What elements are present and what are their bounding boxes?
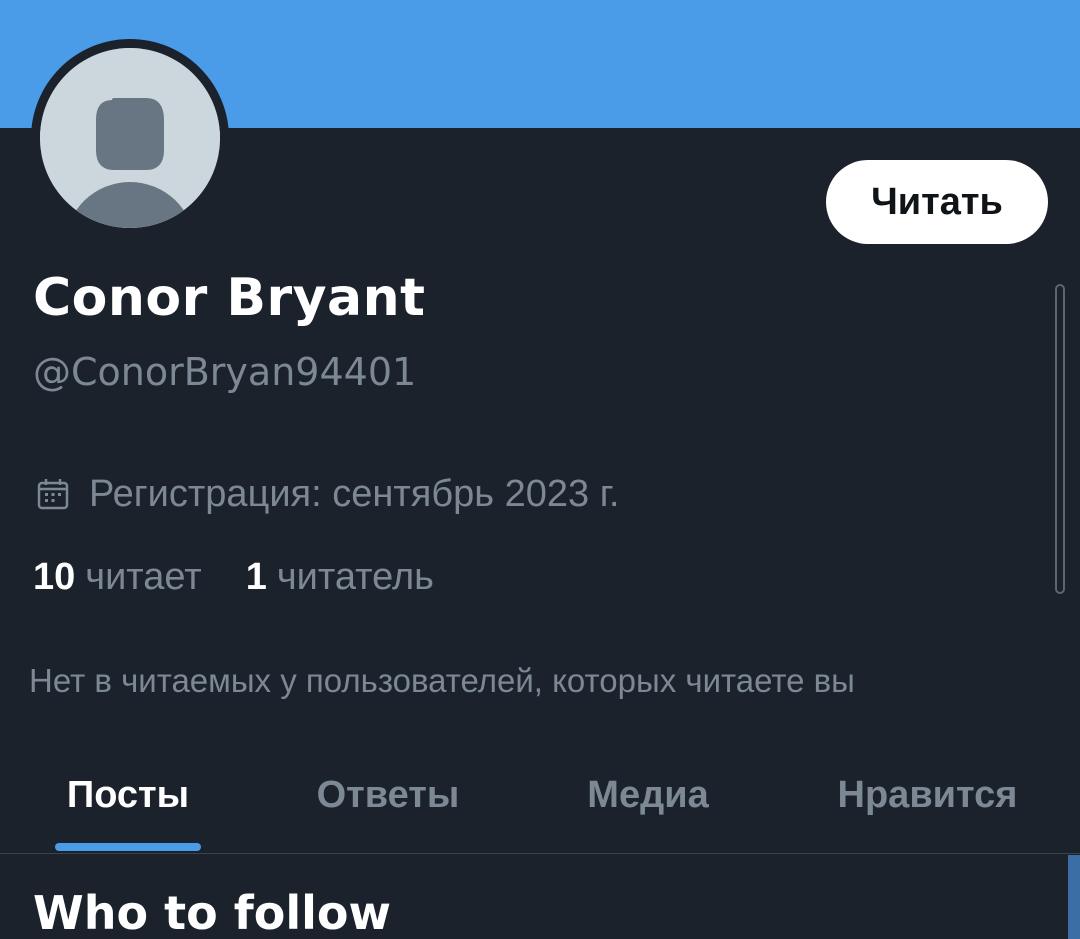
tab-label: Ответы [316,774,460,816]
calendar-icon [35,476,71,512]
tab-media[interactable]: Медиа [568,750,728,853]
active-tab-indicator [55,843,201,851]
profile-page: Читать Conor Bryant @ConorBryan94401 Рег… [0,0,1080,939]
tab-label: Посты [66,774,190,816]
follow-button[interactable]: Читать [826,160,1048,244]
follow-stats: 10 читает 1 читатель [33,553,434,601]
followers-count: 1 [245,555,267,598]
default-avatar-icon [40,48,220,228]
following-label: читает [85,555,202,598]
avatar[interactable] [31,39,229,237]
tab-replies[interactable]: Ответы [300,750,476,853]
following-link[interactable]: 10 читает [33,556,202,599]
tab-likes[interactable]: Нравится [820,750,1035,853]
user-handle: @ConorBryan94401 [33,350,417,394]
scrollbar[interactable] [1055,284,1065,594]
tab-label: Нравится [837,774,1018,816]
section-edge-accent [1068,855,1080,939]
display-name: Conor Bryant [33,268,426,328]
join-date-label: Регистрация: сентябрь 2023 г. [89,472,620,515]
followers-label: читатель [276,555,434,598]
who-to-follow-title: Who to follow [33,886,391,939]
join-date: Регистрация: сентябрь 2023 г. [35,470,619,518]
profile-tabs: Посты Ответы Медиа Нравится [0,750,1080,854]
following-count: 10 [33,555,76,598]
followers-link[interactable]: 1 читатель [246,556,434,599]
tab-label: Медиа [587,774,709,816]
mutual-followers-note: Нет в читаемых у пользователей, которых … [29,662,855,699]
tab-posts[interactable]: Посты [55,750,201,853]
